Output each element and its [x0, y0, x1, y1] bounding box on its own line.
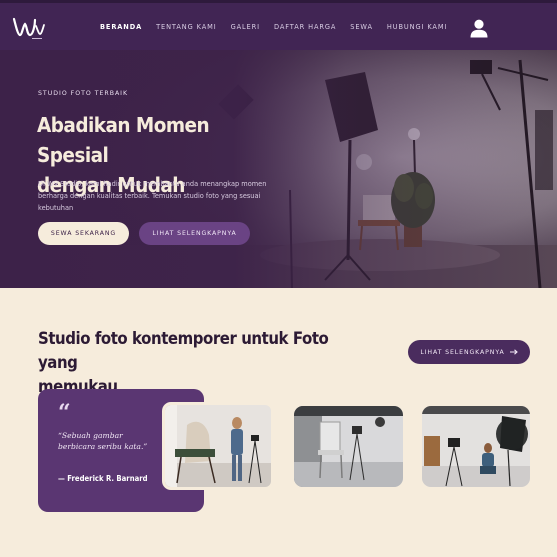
quote-text: “Sebuah gambar berbicara seribu kata.” [58, 431, 148, 451]
section-lihat-selengkapnya-button[interactable]: LIHAT SELENGKAPNYA [408, 340, 530, 364]
hero-section: STUDIO FOTO TERBAIK Abadikan Momen Spesi… [0, 50, 557, 288]
brand-logo[interactable] [12, 15, 46, 41]
nav-link-hubungi-kami[interactable]: HUBUNGI KAMI [387, 23, 447, 31]
hero-lihat-selengkapnya-button[interactable]: LIHAT SELENGKAPNYA [139, 222, 250, 245]
main-nav: BERANDA TENTANG KAMI GALERI DAFTAR HARGA… [100, 23, 461, 31]
nav-link-beranda[interactable]: BERANDA [100, 23, 142, 31]
hero-title-line-1: Abadikan Momen Spesial [37, 113, 210, 167]
nav-link-galeri[interactable]: GALERI [231, 23, 260, 31]
quote-author: — Frederick R. Barnard [58, 474, 148, 483]
nav-link-daftar-harga[interactable]: DAFTAR HARGA [274, 23, 336, 31]
studio-photo-2-image [294, 406, 403, 487]
nav-link-tentang-kami[interactable]: TENTANG KAMI [156, 23, 216, 31]
section-title-line-1: Studio foto kontemporer untuk Foto yang [38, 329, 329, 373]
hero-description: Di WV Studio, kami hadir untuk membantu … [38, 180, 267, 212]
hero-eyebrow: STUDIO FOTO TERBAIK [38, 90, 129, 97]
studio-photo-3[interactable] [422, 406, 530, 487]
sewa-sekarang-button[interactable]: SEWA SEKARANG [38, 222, 129, 245]
studio-photo-1-image [165, 405, 271, 487]
studio-photo-3-image [422, 406, 530, 487]
studio-photo-1[interactable] [162, 402, 274, 490]
top-navbar: BERANDA TENTANG KAMI GALERI DAFTAR HARGA… [0, 0, 557, 50]
user-icon[interactable] [469, 19, 489, 38]
nav-link-sewa[interactable]: SEWA [350, 23, 373, 31]
section-more-label: LIHAT SELENGKAPNYA [420, 348, 505, 356]
studio-photo-2[interactable] [294, 406, 403, 487]
arrow-right-icon [509, 349, 518, 355]
quote-mark-icon: “ [58, 400, 71, 426]
